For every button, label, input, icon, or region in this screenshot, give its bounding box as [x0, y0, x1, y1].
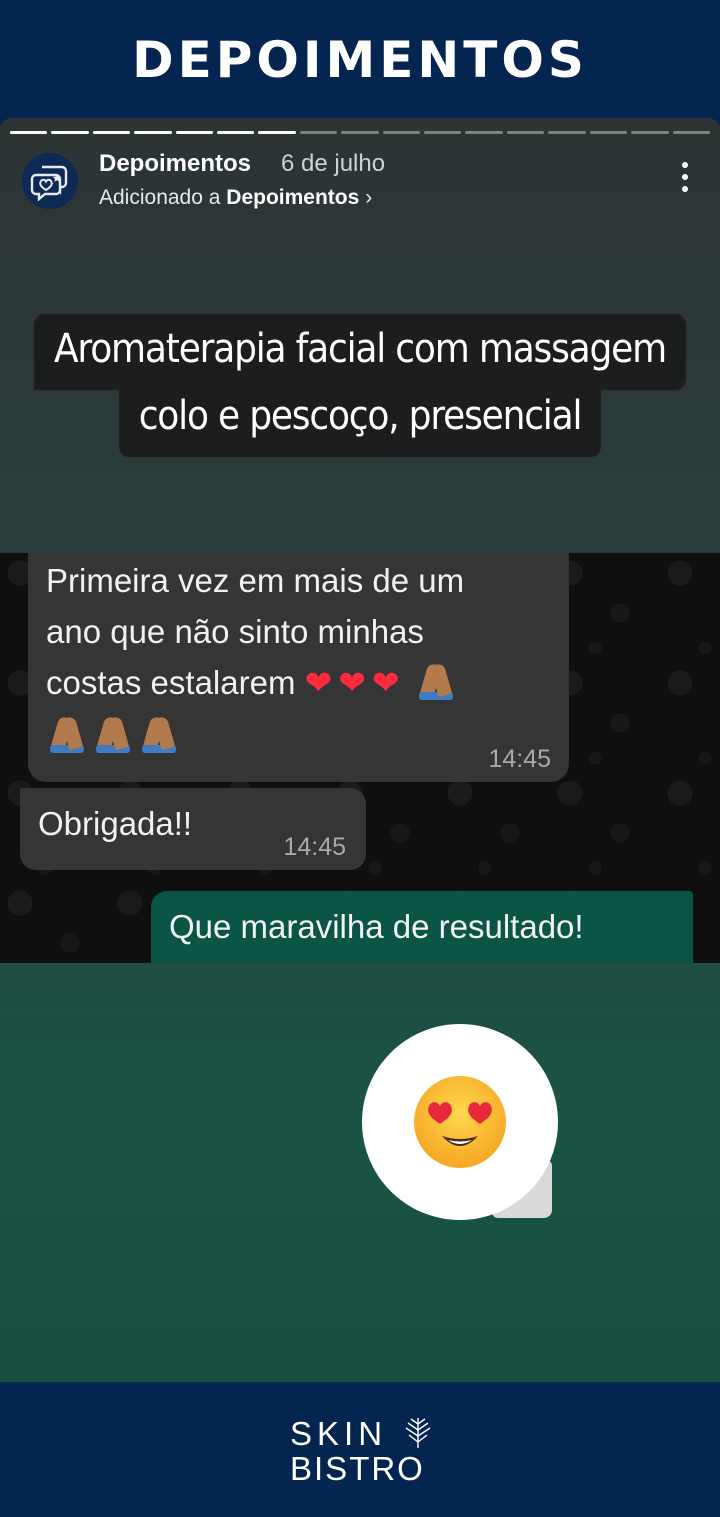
progress-segment [341, 131, 379, 134]
progress-segment [10, 131, 48, 134]
highlight-name: Depoimentos [226, 186, 360, 209]
leaf-logo-icon [405, 1418, 431, 1448]
footer: SKIN BISTRO [0, 1382, 720, 1517]
chat-screenshot: Primeira vez em mais de um ano que não s… [0, 553, 720, 963]
chat-hearts-icon[interactable] [22, 153, 78, 209]
heart-eyes-emoji-icon [362, 1024, 558, 1220]
added-prefix: Adicionado a [99, 186, 221, 209]
emoji-row [46, 710, 551, 761]
message-line: Primeira vez em mais de um [46, 562, 465, 599]
incoming-message-2: Obrigada!! 14:45 [20, 788, 366, 870]
outgoing-message: Que maravilha de resultado! [151, 891, 693, 963]
message-time: 14:45 [283, 833, 346, 861]
message-text: Que maravilha de resultado! [169, 908, 584, 945]
story-progress-bar [10, 131, 710, 135]
progress-segment [672, 131, 710, 134]
story-date: 6 de julho [281, 150, 386, 177]
folded-hands-icon [46, 713, 88, 753]
progress-segment [258, 131, 296, 134]
progress-segment [465, 131, 503, 134]
progress-segment [424, 131, 462, 134]
story-account-name[interactable]: Depoimentos [99, 150, 251, 178]
logo-line-1: SKIN [290, 1415, 388, 1452]
more-vertical-icon[interactable] [680, 162, 690, 192]
progress-segment [175, 131, 214, 134]
folded-hands-icon [92, 713, 134, 753]
caption-line-2: colo e pescoço, presencial [118, 380, 602, 458]
story-caption: Aromaterapia facial com massagem colo e … [0, 313, 720, 458]
chevron-right-icon: › [365, 186, 373, 209]
message-line: ano que não sinto minhas [46, 613, 424, 650]
progress-segment [506, 131, 545, 134]
progress-segment [548, 131, 586, 134]
skin-bistro-logo: SKIN BISTRO [290, 1415, 440, 1487]
progress-segment [631, 131, 669, 134]
message-time: 14:45 [488, 745, 551, 773]
progress-segment [382, 131, 421, 134]
progress-segment [217, 131, 255, 134]
story-header: Depoimentos 6 de julho Adicionado a Depo… [22, 150, 712, 216]
banner-title: DEPOIMENTOS [132, 31, 588, 89]
progress-segment [92, 131, 131, 134]
added-to-highlight-link[interactable]: Adicionado a Depoimentos › [99, 186, 372, 210]
caption-line-1: Aromaterapia facial com massagem [33, 313, 686, 391]
progress-segment [589, 131, 628, 134]
emoji-reaction-sticker[interactable] [362, 1024, 562, 1224]
story-screenshot: Depoimentos 6 de julho Adicionado a Depo… [0, 118, 720, 1382]
message-line-with-emoji: costas estalarem ❤❤❤ [46, 657, 551, 708]
top-banner: DEPOIMENTOS [0, 0, 720, 120]
progress-segment [134, 131, 172, 134]
folded-hands-icon [138, 713, 180, 753]
message-line: costas estalarem [46, 664, 296, 701]
progress-segment [51, 131, 89, 134]
progress-segment [299, 131, 338, 134]
logo-line-2: BISTRO [290, 1450, 425, 1487]
incoming-message-1: Primeira vez em mais de um ano que não s… [28, 553, 569, 782]
red-heart-icon: ❤❤❤ [304, 664, 406, 701]
folded-hands-icon [415, 660, 457, 700]
